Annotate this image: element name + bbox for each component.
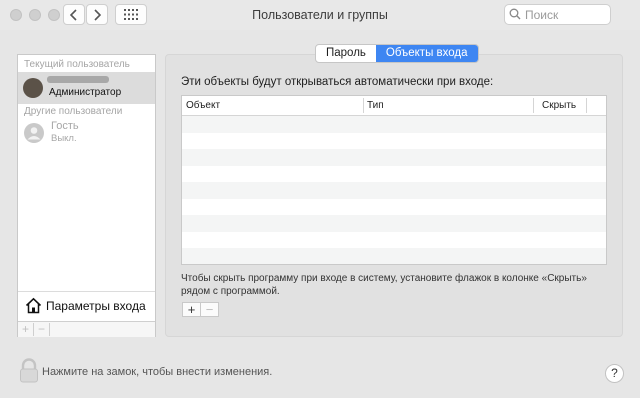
table-row — [182, 149, 606, 166]
search-placeholder: Поиск — [525, 8, 559, 22]
search-icon — [509, 8, 521, 23]
house-icon — [25, 297, 42, 319]
add-user-button[interactable]: + — [18, 323, 34, 336]
login-options-label: Параметры входа — [46, 299, 146, 313]
search-field[interactable]: Поиск — [504, 4, 611, 25]
guest-avatar-icon — [24, 123, 44, 143]
column-separator — [363, 98, 364, 113]
add-login-item-button[interactable]: + — [183, 303, 201, 316]
tab-login-items[interactable]: Объекты входа — [375, 45, 478, 62]
sidebar-toolbar: + − — [18, 321, 155, 337]
user-avatar — [23, 78, 43, 98]
table-row — [182, 182, 606, 199]
table-row — [182, 166, 606, 183]
hide-hint-text: Чтобы скрыть программу при входе в систе… — [181, 273, 587, 297]
guest-name: Гость — [51, 120, 79, 132]
tab-bar: Пароль Объекты входа — [315, 44, 479, 63]
column-header-item[interactable]: Объект — [186, 100, 220, 111]
sidebar-item-current-user[interactable]: Администратор — [18, 72, 155, 104]
help-button[interactable]: ? — [605, 364, 624, 383]
current-user-section-label: Текущий пользователь — [24, 59, 130, 70]
login-items-heading: Эти объекты будут открываться автоматиче… — [181, 76, 494, 88]
lock-instruction-text: Нажмите на замок, чтобы внести изменения… — [42, 366, 273, 378]
login-items-toolbar: + − — [182, 302, 219, 317]
remove-login-item-button[interactable]: − — [201, 303, 218, 316]
column-header-kind[interactable]: Тип — [367, 100, 384, 111]
table-row — [182, 199, 606, 216]
guest-status: Выкл. — [51, 133, 77, 144]
table-header: Объект Тип Скрыть — [182, 96, 606, 116]
table-row — [182, 133, 606, 150]
table-row — [182, 215, 606, 232]
column-separator — [533, 98, 534, 113]
lock-icon[interactable] — [18, 358, 40, 389]
table-row — [182, 248, 606, 264]
login-items-table[interactable]: Объект Тип Скрыть — [181, 95, 607, 265]
login-options-item[interactable]: Параметры входа — [18, 291, 155, 321]
table-row — [182, 116, 606, 133]
sidebar-item-guest[interactable]: Гость Выкл. — [18, 119, 155, 149]
other-users-section-label: Другие пользователи — [24, 106, 123, 117]
remove-user-button[interactable]: − — [34, 323, 50, 336]
column-header-hide[interactable]: Скрыть — [542, 100, 576, 111]
user-role: Администратор — [49, 87, 122, 98]
column-separator — [586, 98, 587, 113]
title-bar: Пользователи и группы Поиск — [0, 0, 640, 30]
tab-password[interactable]: Пароль — [316, 45, 376, 62]
user-name-redacted — [47, 76, 109, 83]
users-sidebar: Текущий пользователь Администратор Други… — [17, 54, 156, 337]
table-row — [182, 232, 606, 249]
